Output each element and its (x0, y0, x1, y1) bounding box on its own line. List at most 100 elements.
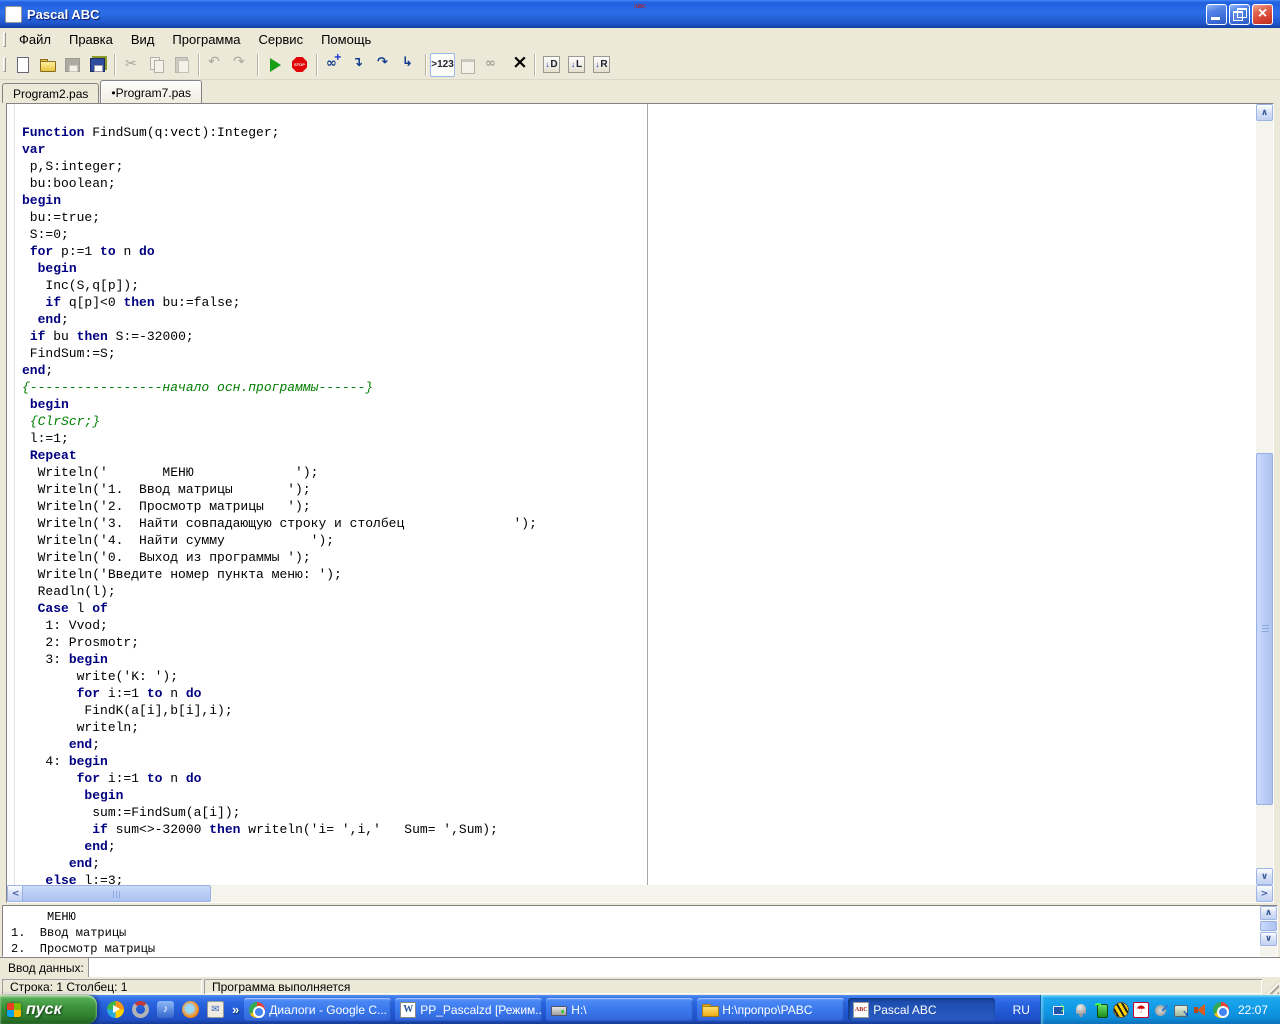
scroll-down-button[interactable] (1256, 868, 1273, 885)
step-over-button[interactable] (371, 53, 396, 77)
tab-1[interactable]: •Program7.pas (100, 80, 202, 103)
code-line: if sum<>-32000 then writeln('i= ',i,' Su… (92, 822, 498, 837)
goto-r-button[interactable]: R (589, 53, 614, 77)
taskbar-button-chrome[interactable]: Диалоги - Google C... (244, 998, 392, 1021)
resize-grip[interactable] (1265, 980, 1279, 994)
code-line: Repeat (29, 448, 77, 463)
goto-l-button[interactable]: L (564, 53, 589, 77)
close-window-button[interactable] (505, 51, 530, 77)
scroll-up-button[interactable] (1256, 104, 1273, 121)
output-vertical-scrollbar[interactable] (1260, 906, 1277, 956)
stop-icon (291, 56, 308, 73)
antivirus-icon[interactable] (1132, 1001, 1149, 1018)
mail-app-icon[interactable] (207, 1001, 224, 1018)
step-into-button[interactable] (346, 53, 371, 77)
console-window-icon (459, 56, 476, 74)
menu-item-5[interactable]: Помощь (312, 29, 380, 50)
output-panel[interactable]: МЕНЮ 1. Ввод матрицы 2. Просмотр матрицы (2, 905, 1278, 957)
taskbar-button-pascal[interactable]: Pascal ABC (848, 998, 996, 1021)
restore-button[interactable] (1229, 3, 1250, 25)
close-button[interactable] (1252, 3, 1273, 25)
code-line: 1: Vvod; (22, 618, 108, 633)
editor-margin-line (14, 104, 15, 885)
code-line: Writeln(' МЕНЮ '); (22, 465, 319, 480)
music-app-icon[interactable] (157, 1001, 174, 1018)
code-line: begin (29, 397, 69, 412)
status-message: Программа выполняется (204, 979, 1262, 994)
menu-item-0[interactable]: Файл (10, 29, 60, 50)
taskbar-button-drive[interactable]: H:\ (546, 998, 694, 1021)
pascal-icon (853, 1001, 870, 1018)
input-data-label: Ввод данных: (0, 958, 89, 977)
copy-icon (148, 56, 165, 73)
save-all-button[interactable] (85, 53, 110, 77)
code-line: sum:=FindSum(a[i]); (22, 805, 241, 820)
int-format-button[interactable]: >123 (430, 52, 455, 77)
menu-item-3[interactable]: Программа (163, 29, 249, 50)
taskbar-button-label: H:\пропро\PABC (722, 1002, 813, 1017)
stop-button[interactable] (287, 53, 312, 77)
code-line: Writeln('4. Найти сумму '); (22, 533, 335, 548)
menu-item-2[interactable]: Вид (122, 29, 164, 50)
code-line: end; (37, 312, 69, 327)
goto-d-button[interactable]: D (539, 53, 564, 77)
taskbar: пуск » Диалоги - Google C... PP_Pascalzd … (0, 995, 1280, 1024)
beeline-icon[interactable] (1112, 1001, 1129, 1018)
audio-device-icon[interactable] (1153, 1002, 1169, 1018)
code-line: S:=0; (22, 227, 69, 242)
menubar-grip[interactable] (3, 31, 6, 47)
editor-area: Function FindSum(q:vect):Integer; var p,S… (6, 103, 1274, 903)
media-player-icon[interactable] (107, 1001, 124, 1018)
paste-button (169, 53, 194, 77)
app-ring-icon[interactable] (132, 1001, 149, 1018)
output-scroll-up-button[interactable] (1260, 906, 1277, 920)
volume-icon[interactable] (1193, 1002, 1209, 1018)
minimize-button[interactable] (1206, 3, 1227, 25)
code-line: begin (22, 193, 62, 208)
toolbar: >123 DLR (0, 50, 1280, 80)
step-out-button[interactable] (396, 53, 421, 77)
editor-second-pane[interactable] (648, 104, 1256, 885)
cut-button (119, 53, 144, 77)
scroll-right-button[interactable] (1256, 885, 1273, 902)
task-buttons: Диалоги - Google C... PP_Pascalzd [Режим.… (242, 998, 997, 1021)
add-watch-button[interactable] (321, 52, 346, 77)
new-file-button[interactable] (10, 53, 35, 77)
horizontal-scroll-thumb[interactable] (22, 885, 211, 902)
quick-launch-overflow-chevron[interactable]: » (232, 1002, 239, 1017)
vertical-scroll-thumb[interactable] (1256, 453, 1273, 805)
menu-item-4[interactable]: Сервис (250, 29, 313, 50)
usb-modem-icon[interactable] (1092, 1002, 1109, 1018)
output-scroll-thumb[interactable] (1260, 921, 1277, 931)
close-window-icon (509, 51, 528, 73)
open-file-button[interactable] (35, 53, 60, 77)
output-scroll-down-button[interactable] (1260, 932, 1277, 946)
input-data-field[interactable] (89, 958, 1280, 977)
menu-item-1[interactable]: Правка (60, 29, 122, 50)
toolbar-separator (257, 53, 258, 76)
editor-vertical-scrollbar[interactable] (1256, 104, 1273, 885)
code-line: Case l of (37, 601, 108, 616)
code-line: Writeln('Введите номер пункта меню: '); (22, 567, 342, 582)
code-editor[interactable]: Function FindSum(q:vect):Integer; var p,S… (7, 104, 647, 885)
start-button[interactable]: пуск (0, 995, 97, 1024)
taskbar-button-folder[interactable]: H:\пропро\PABC (697, 998, 845, 1021)
taskbar-button-word[interactable]: PP_Pascalzd [Режим... (395, 998, 543, 1021)
toolbar-grip[interactable] (3, 57, 6, 72)
code-line: Readln(l); (22, 584, 116, 599)
tab-0[interactable]: Program2.pas (2, 83, 100, 103)
step-out-icon (400, 55, 417, 73)
network-display-icon[interactable] (1052, 1002, 1069, 1018)
editor-tab-bar: Program2.pas •Program7.pas (2, 80, 1278, 103)
menu-items: Файл Правка Вид Программа Сервис Помощь (10, 29, 380, 50)
editor-horizontal-scrollbar[interactable] (7, 885, 1273, 902)
language-indicator[interactable]: RU (1003, 1003, 1040, 1017)
code-line: l:=1; (22, 431, 69, 446)
bell-icon[interactable] (1073, 1002, 1089, 1018)
chrome-icon[interactable] (1212, 1001, 1229, 1018)
code-line: end; (68, 856, 101, 871)
run-button[interactable] (262, 53, 287, 77)
toolbar-separator (114, 53, 115, 76)
updater-icon[interactable] (1173, 1002, 1189, 1018)
firefox-icon[interactable] (182, 1001, 199, 1018)
